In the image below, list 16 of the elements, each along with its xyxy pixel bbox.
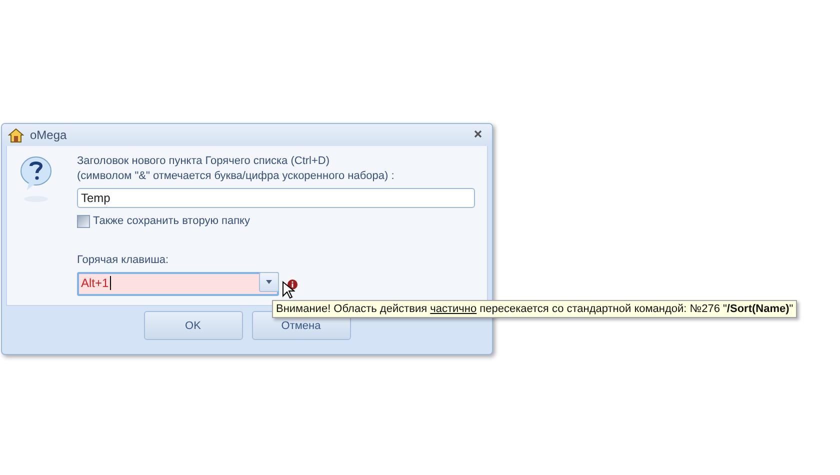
name-field[interactable]: Temp: [77, 188, 475, 208]
hotkey-label: Горячая клавиша:: [77, 253, 170, 268]
close-icon: [474, 130, 482, 138]
window-title: oMega: [30, 128, 68, 142]
hotkey-combo[interactable]: Alt+1: [77, 272, 279, 296]
prompt-text: (символом "&" отмечается буква/цифра ускоренного набора) :: [77, 169, 396, 184]
dialog-button[interactable]: OK: [144, 311, 242, 340]
checkbox-label: Также сохранить вторую папку: [93, 214, 250, 229]
warning-tooltip: Внимание! Область действия частично пересекается со стандартной командой: №276 "/Sort(Name)": [272, 300, 798, 318]
cursor-icon: [282, 281, 295, 299]
prompt-text: Заголовок нового пункта Горячего списка (Ctrl+D): [77, 154, 331, 169]
house-icon: [8, 128, 24, 142]
dropdown-button[interactable]: [259, 272, 279, 292]
question-icon: [19, 154, 53, 204]
checkbox[interactable]: [77, 215, 90, 228]
caret-icon: [266, 280, 272, 284]
